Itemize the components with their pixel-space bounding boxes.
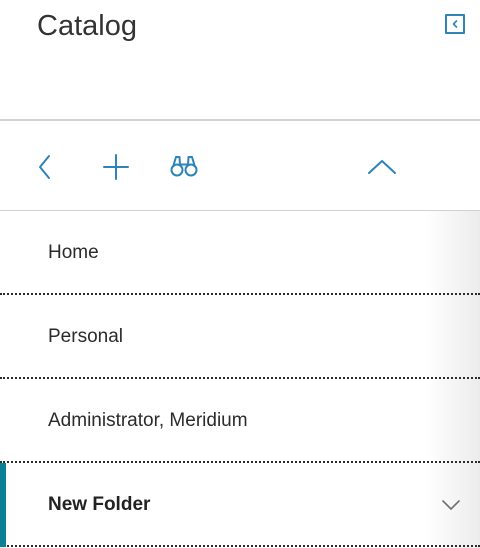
list-item-label: Personal (48, 326, 123, 347)
catalog-toolbar (0, 121, 480, 210)
list-item-new-folder[interactable]: New Folder (0, 463, 480, 547)
list-item-personal[interactable]: Personal (0, 295, 480, 379)
list-item-label: New Folder (48, 494, 151, 515)
chevron-up-icon (368, 160, 396, 174)
collapse-panel-button[interactable] (445, 14, 465, 34)
catalog-panel: Catalog Home Personal Administrator, Mer… (0, 0, 480, 548)
collapse-left-icon (452, 20, 458, 28)
list-item-label: Administrator, Meridium (48, 410, 248, 431)
catalog-list: Home Personal Administrator, Meridium Ne… (0, 211, 480, 548)
active-indicator (0, 463, 6, 547)
list-item-home[interactable]: Home (0, 211, 480, 295)
search-button[interactable] (164, 147, 204, 187)
list-item-administrator-meridium[interactable]: Administrator, Meridium (0, 379, 480, 463)
back-button[interactable] (30, 147, 70, 187)
chevron-down-icon[interactable] (440, 495, 462, 515)
plus-icon (103, 154, 129, 180)
list-item-label: Home (48, 242, 99, 263)
collapse-up-button[interactable] (362, 147, 402, 187)
add-button[interactable] (96, 147, 136, 187)
panel-title: Catalog (37, 10, 137, 42)
binoculars-icon (170, 156, 198, 177)
chevron-left-icon (39, 155, 50, 179)
